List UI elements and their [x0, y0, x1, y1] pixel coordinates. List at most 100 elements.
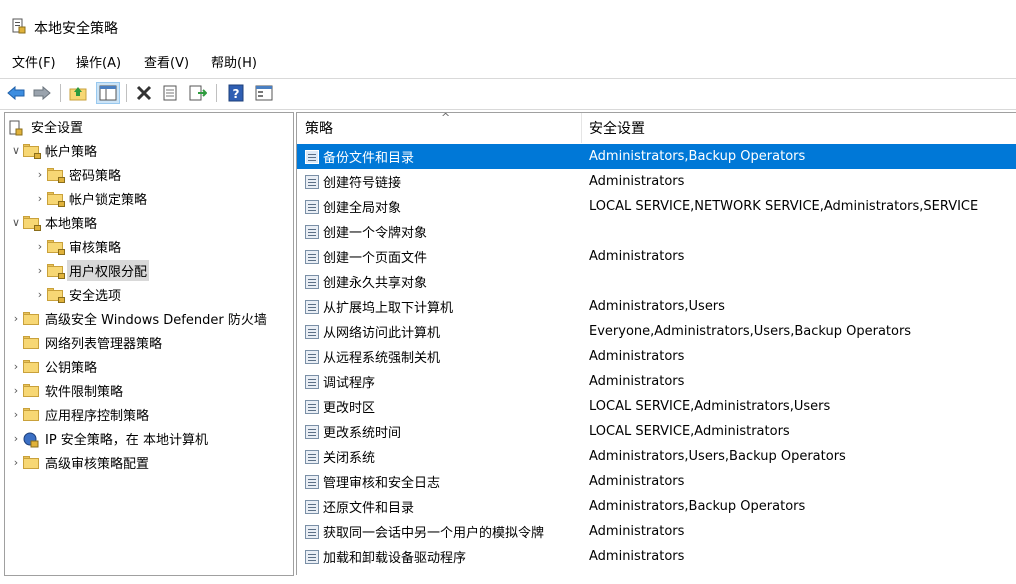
table-row[interactable]: 创建永久共享对象 — [297, 269, 1016, 294]
up-folder-icon[interactable] — [68, 83, 88, 103]
folder-icon — [23, 335, 39, 349]
policy-icon — [305, 174, 319, 189]
menu-help[interactable]: 帮助(H) — [211, 52, 257, 71]
policy-cell: 创建一个令牌对象 — [305, 219, 427, 244]
table-row[interactable]: 从网络访问此计算机 Everyone,Administrators,Users,B… — [297, 319, 1016, 344]
policy-name: 创建永久共享对象 — [323, 276, 428, 291]
export-list-icon[interactable] — [188, 83, 208, 103]
chevron-right-icon[interactable]: › — [9, 307, 23, 329]
security-setting: Administrators,Users,Backup Operators — [589, 449, 846, 464]
chevron-down-icon[interactable]: ∨ — [9, 211, 23, 233]
policy-cell: 创建符号链接 — [305, 169, 401, 194]
chevron-right-icon[interactable]: › — [9, 451, 23, 473]
table-row[interactable]: 更改系统时间 LOCAL SERVICE,Administrators — [297, 419, 1016, 444]
table-row[interactable]: 加载和卸载设备驱动程序 Administrators — [297, 544, 1016, 569]
column-divider[interactable] — [581, 113, 582, 143]
menu-file[interactable]: 文件(F) — [12, 52, 56, 71]
policy-icon — [305, 549, 319, 564]
chevron-right-icon[interactable]: › — [33, 163, 47, 185]
tree-item-security-options[interactable]: › 安全选项 — [33, 283, 123, 305]
policy-cell: 备份文件和目录 — [305, 144, 414, 169]
help-icon[interactable]: ? — [226, 83, 246, 103]
properties-icon[interactable] — [160, 83, 180, 103]
policy-name: 从扩展坞上取下计算机 — [323, 301, 454, 316]
policy-name: 创建全局对象 — [323, 201, 402, 216]
tree-label: 安全选项 — [69, 288, 122, 304]
tree-label: 应用程序控制策略 — [45, 408, 150, 424]
tree-label: 密码策略 — [69, 168, 122, 184]
tree-label: 帐户策略 — [45, 144, 98, 160]
folder-lock-icon — [23, 215, 41, 231]
folder-icon — [23, 383, 39, 397]
tree-item-user-rights[interactable]: › 用户权限分配 — [33, 259, 150, 281]
chevron-right-icon[interactable]: › — [33, 235, 47, 257]
chevron-right-icon[interactable]: › — [33, 187, 47, 209]
chevron-right-icon[interactable]: › — [33, 283, 47, 305]
show-hide-tree-icon[interactable] — [96, 82, 120, 104]
chevron-right-icon[interactable]: › — [9, 355, 23, 377]
policy-list: ^ 策略 安全设置 备份文件和目录 Administrators,Backup O… — [296, 112, 1016, 575]
title-bar: 本地安全策略 — [0, 0, 1016, 44]
policy-cell: 更改时区 — [305, 394, 375, 419]
column-header-policy[interactable]: ^ 策略 — [305, 113, 581, 143]
policy-name: 管理审核和安全日志 — [323, 476, 441, 491]
security-setting: Administrators — [589, 374, 685, 389]
security-setting: Administrators,Users — [589, 299, 725, 314]
table-row[interactable]: 关闭系统 Administrators,Users,Backup Operator… — [297, 444, 1016, 469]
security-setting: Administrators — [589, 249, 685, 264]
toolbar-separator — [216, 84, 217, 102]
chevron-down-icon[interactable]: ∨ — [9, 139, 23, 161]
tree-item-password-policy[interactable]: › 密码策略 — [33, 163, 123, 185]
tree-label: 网络列表管理器策略 — [45, 336, 163, 352]
tree-item-ip-security[interactable]: › IP 安全策略，在 本地计算机 — [9, 427, 210, 449]
table-row[interactable]: 还原文件和目录 Administrators,Backup Operators — [297, 494, 1016, 519]
table-row[interactable]: 获取同一会话中另一个用户的模拟令牌 Administrators — [297, 519, 1016, 544]
security-setting: Administrators — [589, 524, 685, 539]
tree-label: IP 安全策略，在 本地计算机 — [45, 432, 208, 448]
console-tree-icon[interactable] — [254, 83, 274, 103]
tree-item-software-restriction[interactable]: › 软件限制策略 — [9, 379, 125, 401]
tree-item-account-policy[interactable]: ∨ 帐户策略 — [9, 139, 99, 161]
forward-arrow-icon[interactable] — [32, 83, 52, 103]
chevron-right-icon[interactable]: › — [9, 379, 23, 401]
tree-item-advanced-audit[interactable]: › 高级审核策略配置 — [9, 451, 151, 473]
policy-name: 创建一个令牌对象 — [323, 226, 428, 241]
tree-item-app-control[interactable]: › 应用程序控制策略 — [9, 403, 151, 425]
table-row[interactable]: 管理审核和安全日志 Administrators — [297, 469, 1016, 494]
tree-item-network-list[interactable]: 网络列表管理器策略 — [9, 331, 164, 353]
delete-icon[interactable] — [134, 83, 154, 103]
policy-cell: 还原文件和目录 — [305, 494, 414, 519]
table-row[interactable]: 调试程序 Administrators — [297, 369, 1016, 394]
table-row[interactable]: 从扩展坞上取下计算机 Administrators,Users — [297, 294, 1016, 319]
policy-name: 获取同一会话中另一个用户的模拟令牌 — [323, 526, 545, 541]
table-row[interactable]: 更改时区 LOCAL SERVICE,Administrators,Users — [297, 394, 1016, 419]
table-row[interactable]: 创建一个令牌对象 — [297, 219, 1016, 244]
toolbar-separator — [60, 84, 61, 102]
tree-label: 高级安全 Windows Defender 防火墙 — [45, 312, 267, 328]
chevron-right-icon[interactable]: › — [33, 259, 47, 281]
table-row[interactable]: 备份文件和目录 Administrators,Backup Operators — [297, 144, 1016, 169]
security-setting: LOCAL SERVICE,NETWORK SERVICE,Administra… — [589, 199, 979, 214]
chevron-right-icon[interactable]: › — [9, 427, 23, 449]
back-arrow-icon[interactable] — [6, 83, 26, 103]
table-row[interactable]: 从远程系统强制关机 Administrators — [297, 344, 1016, 369]
menu-view[interactable]: 查看(V) — [144, 52, 189, 71]
tree-label: 高级审核策略配置 — [45, 456, 150, 472]
tree-item-local-policy[interactable]: ∨ 本地策略 — [9, 211, 99, 233]
tree-root[interactable]: 安全设置 — [7, 115, 85, 137]
policy-cell: 管理审核和安全日志 — [305, 469, 440, 494]
menu-action[interactable]: 操作(A) — [76, 52, 121, 71]
table-row[interactable]: 创建符号链接 Administrators — [297, 169, 1016, 194]
policy-icon — [305, 224, 319, 239]
chevron-right-icon[interactable]: › — [9, 403, 23, 425]
tree-item-lockout-policy[interactable]: › 帐户锁定策略 — [33, 187, 149, 209]
tree-item-firewall[interactable]: › 高级安全 Windows Defender 防火墙 — [9, 307, 269, 329]
column-header-setting[interactable]: 安全设置 — [589, 113, 1009, 143]
tree-item-public-key[interactable]: › 公钥策略 — [9, 355, 99, 377]
policy-icon — [305, 474, 319, 489]
tree-item-audit-policy[interactable]: › 审核策略 — [33, 235, 123, 257]
column-header-label: 策略 — [305, 121, 333, 137]
table-row[interactable]: 创建一个页面文件 Administrators — [297, 244, 1016, 269]
policy-icon — [305, 324, 319, 339]
table-row[interactable]: 创建全局对象 LOCAL SERVICE,NETWORK SERVICE,Admi… — [297, 194, 1016, 219]
